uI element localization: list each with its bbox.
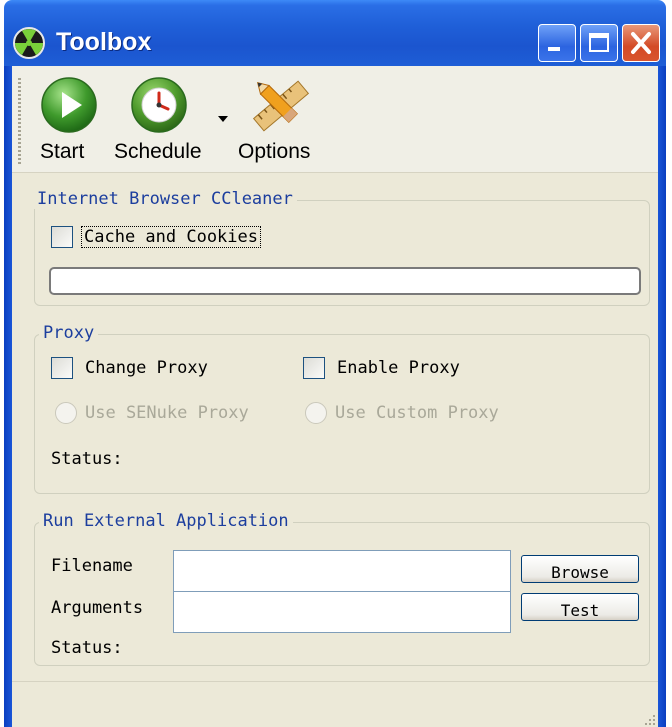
- proxy-status-label: Status:: [51, 449, 123, 469]
- maximize-icon: [589, 33, 609, 52]
- client-area: Start Schedule Options Internet Browser …: [12, 66, 658, 727]
- browse-button[interactable]: Browse: [521, 555, 639, 583]
- cleaner-progress-bar: [49, 267, 641, 295]
- app-icon: [13, 27, 45, 59]
- browser-cleaner-group: Internet Browser CCleaner Cache and Cook…: [33, 189, 650, 306]
- options-label: Options: [238, 140, 311, 163]
- pencil-ruler-icon: [252, 80, 310, 132]
- cache-cookies-checkbox[interactable]: [51, 226, 73, 248]
- external-status-label: Status:: [51, 638, 123, 658]
- clock-icon: [131, 77, 187, 133]
- window-frame-right: [658, 66, 666, 727]
- enable-proxy-checkbox[interactable]: [303, 357, 325, 379]
- minimize-button[interactable]: [538, 24, 576, 62]
- start-label: Start: [40, 140, 85, 163]
- browser-cleaner-title: Internet Browser CCleaner: [33, 189, 297, 209]
- toolbar: Start Schedule Options: [12, 66, 658, 173]
- filename-label: Filename: [51, 556, 133, 576]
- test-button[interactable]: Test: [521, 593, 639, 621]
- close-icon: [631, 32, 651, 54]
- status-bar: [12, 681, 658, 727]
- resize-grip-icon[interactable]: [642, 712, 656, 726]
- cache-cookies-label[interactable]: Cache and Cookies: [81, 226, 261, 248]
- dropdown-arrow-icon[interactable]: [218, 116, 230, 124]
- toolbar-grip[interactable]: [18, 78, 21, 164]
- start-button[interactable]: Start: [36, 72, 108, 172]
- proxy-title: Proxy: [39, 323, 99, 343]
- title-bar[interactable]: Toolbox: [4, 0, 666, 66]
- enable-proxy-label[interactable]: Enable Proxy: [337, 358, 460, 378]
- schedule-button[interactable]: Schedule: [110, 72, 222, 172]
- play-icon: [41, 77, 97, 133]
- options-button[interactable]: Options: [238, 72, 328, 172]
- external-app-group: Run External Application Filename Argume…: [34, 511, 650, 666]
- use-senuke-proxy-label[interactable]: Use SENuke Proxy: [85, 403, 249, 423]
- change-proxy-label[interactable]: Change Proxy: [85, 358, 208, 378]
- toolbox-window: Toolbox Start Schedule Options Internet …: [4, 0, 666, 727]
- arguments-input[interactable]: [173, 591, 511, 633]
- use-senuke-proxy-radio[interactable]: [55, 402, 77, 424]
- proxy-group: Proxy Change Proxy Enable Proxy Use SENu…: [34, 323, 650, 494]
- change-proxy-checkbox[interactable]: [51, 357, 73, 379]
- window-frame-left: [4, 66, 12, 727]
- use-custom-proxy-label[interactable]: Use Custom Proxy: [335, 403, 499, 423]
- close-button[interactable]: [622, 24, 660, 62]
- minimize-icon: [548, 47, 560, 51]
- window-title: Toolbox: [56, 28, 152, 56]
- schedule-label: Schedule: [114, 140, 202, 163]
- filename-input[interactable]: [173, 550, 511, 592]
- maximize-button[interactable]: [580, 24, 618, 62]
- use-custom-proxy-radio[interactable]: [305, 402, 327, 424]
- arguments-label: Arguments: [51, 598, 144, 618]
- external-app-title: Run External Application: [39, 511, 293, 531]
